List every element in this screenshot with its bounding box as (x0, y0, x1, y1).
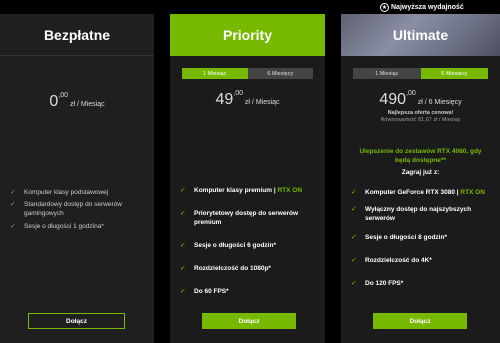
plan-card-priority: Priority 1 Miesiąc 6 Miesięcy 49,00 zł /… (170, 14, 325, 343)
list-item: ✓ Rozdzielczość do 1080p* (180, 265, 271, 272)
list-item: ✓ Komputer klasy premium | RTX ON (180, 187, 303, 194)
check-icon: ✓ (351, 234, 357, 241)
plan-card-free: Bezpłatne 0,00 zł / Miesiąc ✓ Komputer kl… (0, 14, 154, 343)
list-item: ✓ Rozdzielczość do 4K* (351, 257, 432, 264)
plan-price-priority: 49,00 zł / Miesiąc (215, 90, 280, 108)
check-icon: ✓ (351, 206, 357, 213)
toggle-1-month[interactable]: 1 Miesiąc (353, 68, 421, 79)
list-item: ✓ Sesje o długości 6 godzin* (180, 242, 276, 249)
plan-title-ultimate: Ultimate (341, 14, 500, 56)
list-item: ✓ Do 120 FPS* (351, 280, 404, 287)
upgrade-note: Ulepszenie do zestawów RTX 4080, gdy będ… (359, 148, 482, 164)
feature-list-priority: ✓ Komputer klasy premium | RTX ON ✓ Priory… (180, 186, 319, 296)
list-item: ✓ Sesje o długości 1 godzina* (10, 223, 104, 230)
toggle-6-months[interactable]: 6 Miesięcy (247, 68, 313, 79)
award-icon: ★ (380, 3, 389, 12)
plan-card-ultimate: Ultimate 1 Miesiąc 6 Miesięcy 490,00 zł … (341, 14, 500, 343)
check-icon: ✓ (351, 189, 357, 196)
monthly-equivalent-note: Równowartość 81,67 zł / Miesiąc (380, 117, 461, 123)
feature-list-free: ✓ Komputer klasy podstawowej ✓ Standardowy… (10, 188, 148, 231)
best-offer-note: Najlepsza oferta cenowa! (387, 110, 454, 116)
list-item: ✓ Do 60 FPS* (180, 288, 229, 295)
plan-title-free: Bezpłatne (0, 14, 154, 56)
check-icon: ✓ (351, 257, 357, 264)
check-icon: ✓ (10, 189, 16, 196)
check-icon: ✓ (10, 223, 16, 230)
list-item: ✓ Standardowy dostęp do serwerów gamingow… (10, 201, 122, 217)
billing-toggle-ultimate: 1 Miesiąc 6 Miesięcy (353, 68, 488, 79)
join-button-priority[interactable]: Dołącz (202, 313, 296, 329)
check-icon: ✓ (180, 187, 186, 194)
play-now-heading: Zagraj już z: (401, 169, 440, 176)
toggle-6-months[interactable]: 6 Miesięcy (420, 68, 488, 79)
list-item: ✓ Wyłączny dostęp do najszybszych serweró… (351, 206, 472, 222)
check-icon: ✓ (180, 242, 186, 249)
check-icon: ✓ (180, 265, 186, 272)
check-icon: ✓ (10, 201, 16, 208)
list-item: ✓ Priorytetowy dostęp do serwerów premium (180, 210, 299, 226)
feature-list-ultimate: ✓ Komputer GeForce RTX 3080 | RTX ON ✓ Wył… (351, 188, 494, 288)
list-item: ✓ Komputer klasy podstawowej (10, 189, 109, 196)
check-icon: ✓ (351, 280, 357, 287)
plan-title-priority: Priority (170, 14, 325, 56)
top-badge-label: Najwyższa wydajność (391, 4, 464, 11)
check-icon: ✓ (180, 288, 186, 295)
billing-toggle-priority: 1 Miesiąc 6 Miesięcy (182, 68, 313, 79)
plan-price-free: 0,00 zł / Miesiąc (49, 92, 105, 110)
plan-price-ultimate: 490,00 zł / 6 Miesięcy (379, 90, 462, 108)
join-button-free[interactable]: Dołącz (28, 313, 125, 329)
join-button-ultimate[interactable]: Dołącz (373, 313, 467, 329)
top-performance-badge: ★ Najwyższa wydajność (380, 3, 464, 12)
check-icon: ✓ (180, 210, 186, 217)
toggle-1-month[interactable]: 1 Miesiąc (182, 68, 248, 79)
list-item: ✓ Komputer GeForce RTX 3080 | RTX ON (351, 189, 485, 196)
list-item: ✓ Sesje o długości 8 godzin* (351, 234, 447, 241)
